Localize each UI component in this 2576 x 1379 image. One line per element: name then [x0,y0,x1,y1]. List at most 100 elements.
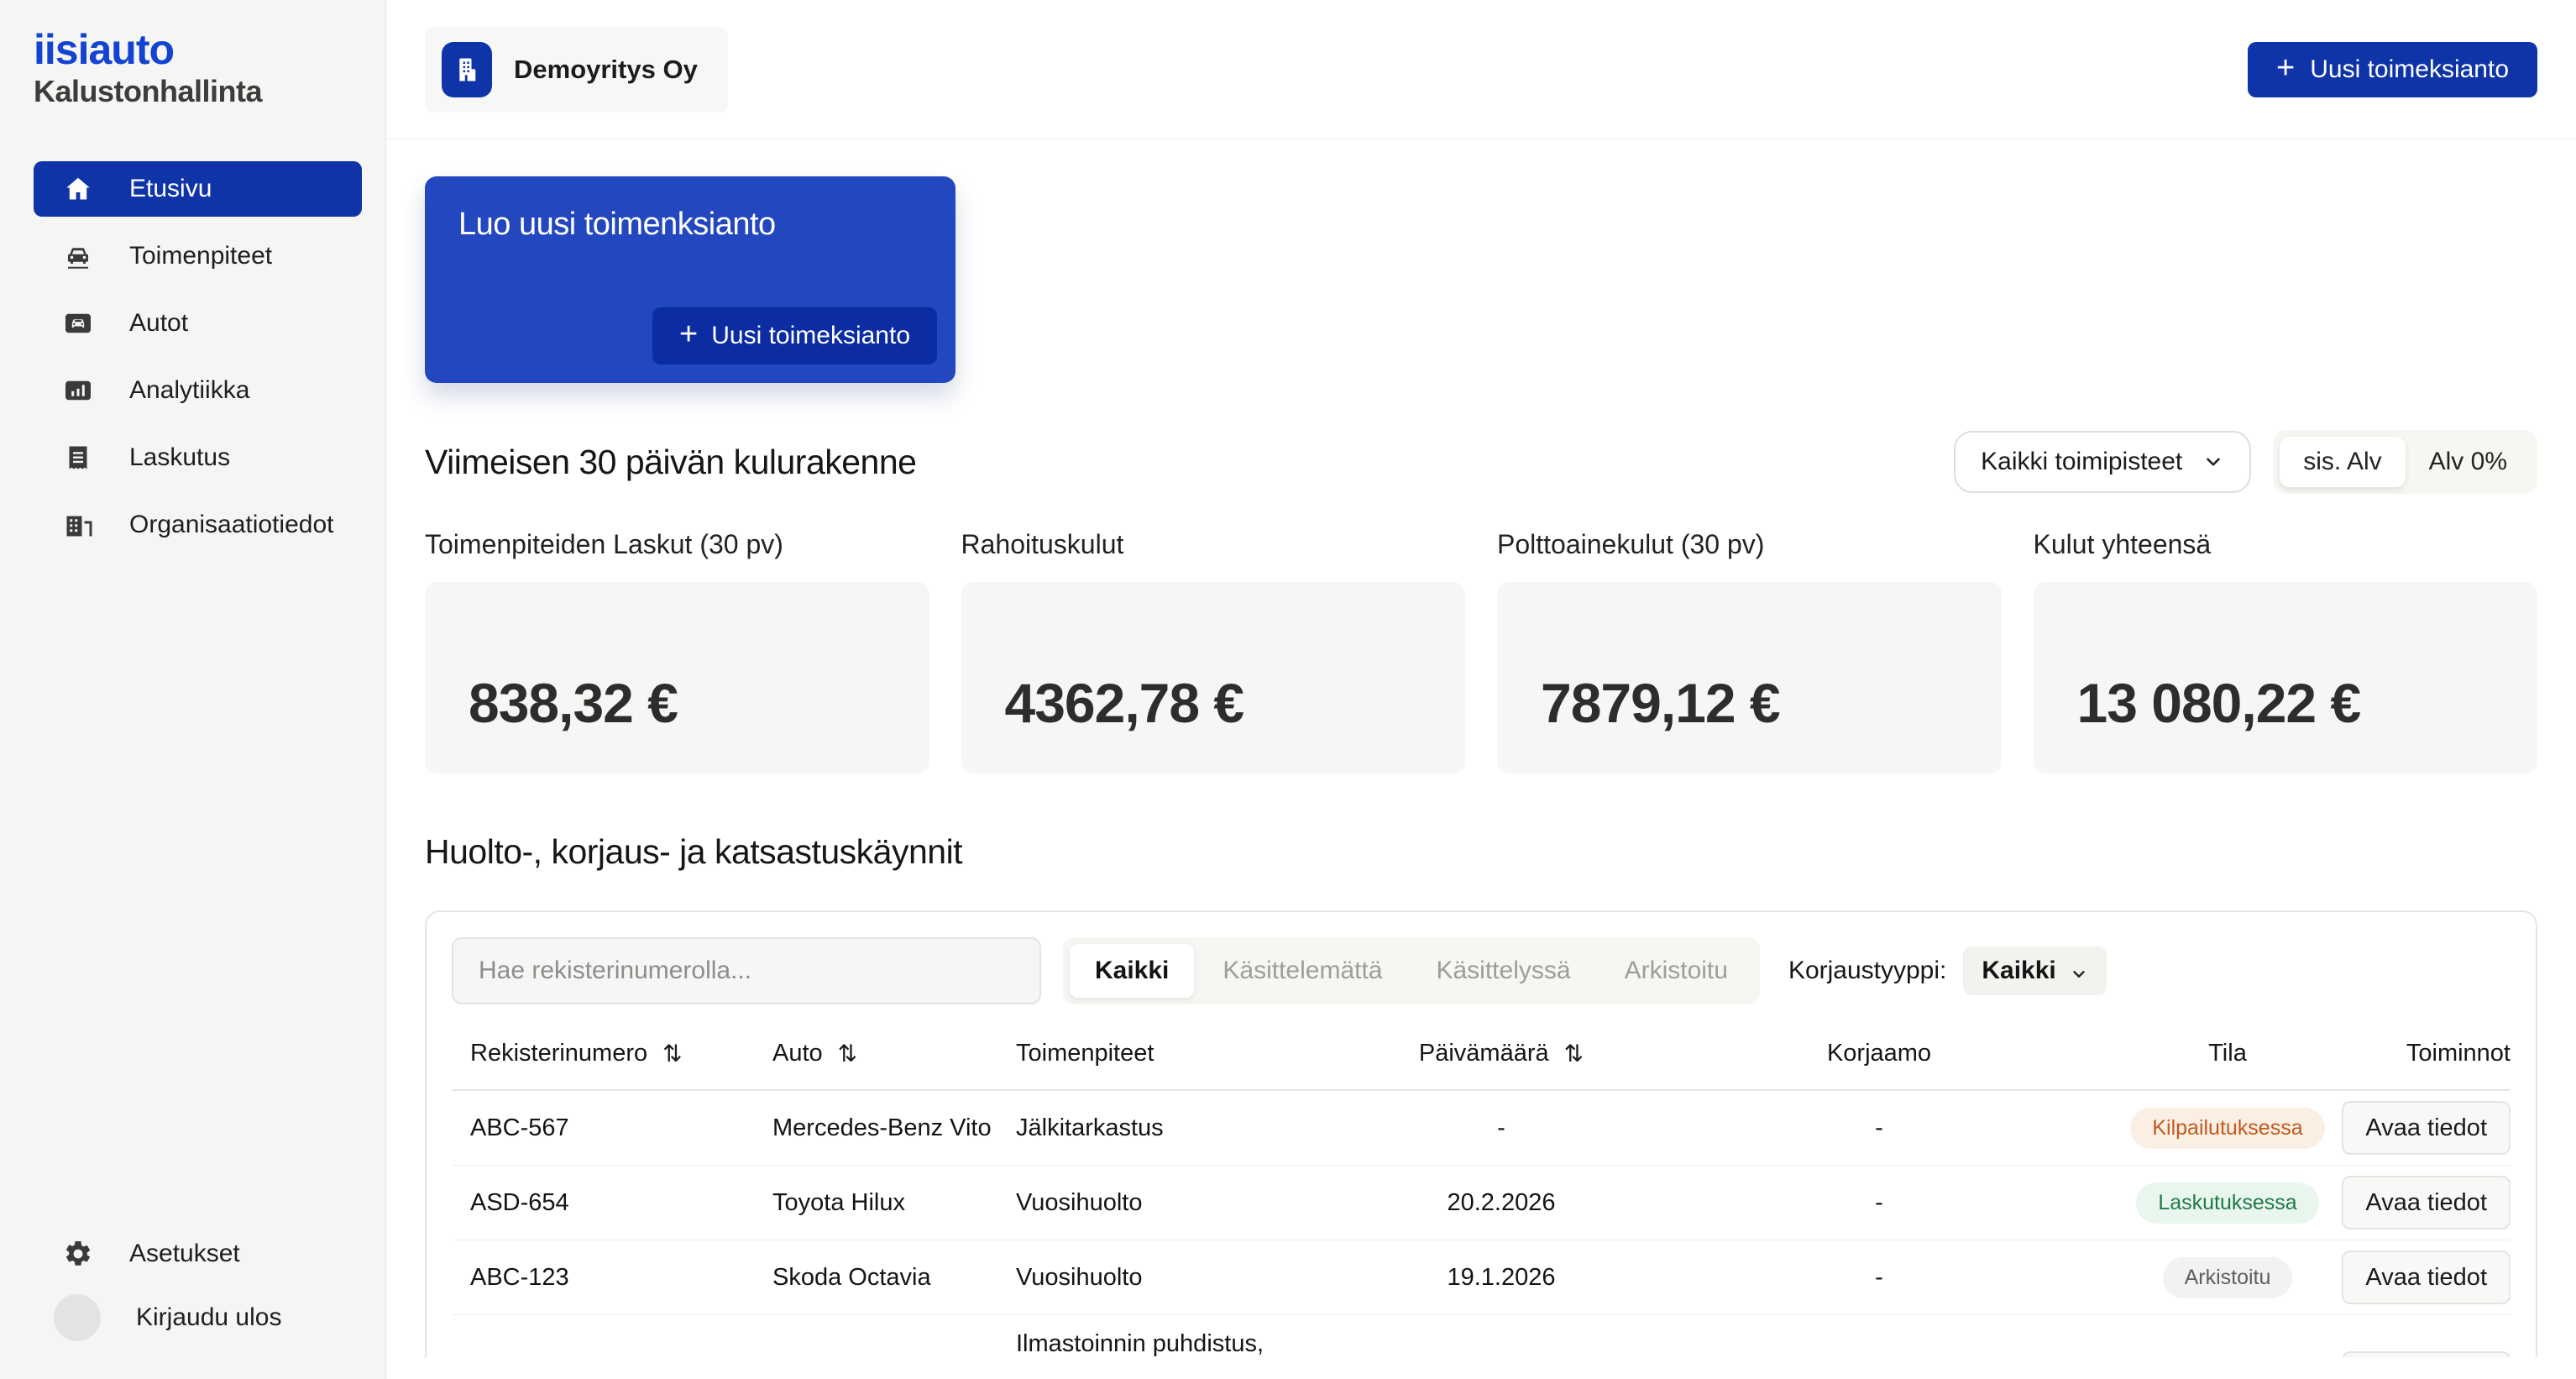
stat-title: Rahoituskulut [961,529,1466,560]
settings-button[interactable]: Asetukset [34,1226,362,1282]
promo-button-label: Uusi toimeksianto [711,322,910,350]
building-icon [62,509,94,541]
sort-icon[interactable]: ⇅ [662,1040,682,1067]
stat-title: Kulut yhteensä [2034,529,2538,560]
sidebar-item-label: Etusivu [129,175,212,203]
receipt-icon [62,442,94,474]
open-details-button[interactable]: Avaa tiedot [2342,1251,2511,1304]
cell-action: Avaa tiedot [2341,1101,2511,1155]
col-auto[interactable]: Auto ⇅ [754,1040,997,1067]
new-assignment-label: Uusi toimeksianto [2310,55,2509,84]
sidebar-item-organisaatiotiedot[interactable]: Organisaatiotiedot [34,497,362,553]
col-toiminnot: Toiminnot [2341,1040,2511,1067]
repair-type-dropdown[interactable]: Kaikki [1963,946,2106,995]
stat-card: 4362,78 € [961,582,1466,773]
promo-new-assignment-button[interactable]: + Uusi toimeksianto [652,307,937,364]
status-badge: Laskutuksessa [2136,1182,2318,1224]
stat-card: 838,32 € [425,582,929,773]
stat-col: Rahoituskulut 4362,78 € [961,529,1466,773]
stat-col: Kulut yhteensä 13 080,22 € [2034,529,2538,773]
sidebar-item-label: Laskutus [129,443,230,472]
tab-kaikki[interactable]: Kaikki [1070,944,1194,998]
tab-arkistoitu[interactable]: Arkistoitu [1600,944,1753,998]
stat-cards: Toimenpiteiden Laskut (30 pv) 838,32 € R… [425,529,2537,773]
table-header: Rekisterinumero ⇅ Auto ⇅ Toimenpiteet Pä… [452,1028,2511,1091]
stat-card: 7879,12 € [1497,582,2002,773]
col-label: Toiminnot [2406,1040,2511,1067]
stat-title: Toimenpiteiden Laskut (30 pv) [425,529,929,560]
cell-action: Avaa tiedot [2341,1251,2511,1304]
plus-icon: + [679,318,698,350]
vat-option-sis-alv[interactable]: sis. Alv [2280,437,2405,487]
cell-status: Arkistoitu [2114,1257,2341,1298]
cell-auto: Mercedes-Benz Vito [754,1114,997,1142]
col-label: Toimenpiteet [1016,1040,1154,1067]
table-row: ABC-567 Mercedes-Benz Vito Jälkitarkastu… [452,1091,2511,1166]
car-icon [62,307,94,339]
open-details-button[interactable]: Avaa tiedot [2342,1176,2511,1230]
sidebar-nav: Etusivu Toimenpiteet Autot Analytiikka [34,161,362,553]
cost-controls: Kaikki toimipisteet sis. Alv Alv 0% [1954,430,2537,494]
table-row: ABC-567 Mercedes-Benz Vito Ilmastoinnin … [452,1315,2511,1357]
cell-action: Avaa tiedot [2341,1351,2511,1357]
stat-value: 4362,78 € [1005,671,1244,735]
sidebar-item-label: Organisaatiotiedot [129,511,334,539]
logout-button[interactable]: Kirjaudu ulos [34,1290,362,1345]
main-area: Demoyritys Oy + Uusi toimeksianto Luo uu… [386,0,2576,1379]
top-bar: Demoyritys Oy + Uusi toimeksianto [386,0,2576,139]
sidebar-item-etusivu[interactable]: Etusivu [34,161,362,217]
sidebar-item-laskutus[interactable]: Laskutus [34,430,362,485]
col-rekisterinumero[interactable]: Rekisterinumero ⇅ [452,1040,754,1067]
cell-status: Laskutuksessa [2114,1182,2341,1224]
visits-table-card: Kaikki Käsittelemättä Käsittelyssä Arkis… [425,910,2537,1357]
stat-col: Polttoainekulut (30 pv) 7879,12 € [1497,529,2002,773]
stat-col: Toimenpiteiden Laskut (30 pv) 838,32 € [425,529,929,773]
cell-status: Kilpailutuksessa [2114,1108,2341,1149]
visits-section-title: Huolto-, korjaus- ja katsastuskäynnit [425,832,2537,872]
stat-value: 13 080,22 € [2077,671,2361,735]
cell-actions: Vuosihuolto [997,1189,1359,1217]
col-label: Korjaamo [1827,1040,1931,1067]
app-root: iisiauto Kalustonhallinta Etusivu Toimen… [0,0,2576,1379]
company-name: Demoyritys Oy [514,55,698,85]
col-label: Auto [772,1040,823,1067]
search-input[interactable] [452,937,1041,1004]
col-label: Päivämäärä [1419,1040,1549,1067]
col-tila: Tila [2114,1040,2341,1067]
office-filter-dropdown[interactable]: Kaikki toimipisteet [1954,431,2251,493]
sort-icon[interactable]: ⇅ [838,1040,857,1067]
status-badge: Kilpailutuksessa [2130,1108,2324,1149]
sort-icon[interactable]: ⇅ [1564,1040,1584,1067]
logout-label: Kirjaudu ulos [136,1303,281,1332]
status-tabs: Kaikki Käsittelemättä Käsittelyssä Arkis… [1063,937,1760,1004]
sidebar-item-autot[interactable]: Autot [34,296,362,351]
settings-label: Asetukset [129,1240,240,1268]
repair-type-label: Korjaustyyppi: [1788,957,1946,985]
cell-reg: ABC-567 [452,1114,754,1142]
col-toimenpiteet: Toimenpiteet [997,1040,1359,1067]
cell-reg: ASD-654 [452,1189,754,1217]
chevron-down-icon [2070,962,2088,980]
promo-title: Luo uusi toimenksianto [458,207,922,243]
new-assignment-button[interactable]: + Uusi toimeksianto [2248,42,2537,97]
col-paivamaara[interactable]: Päivämäärä ⇅ [1359,1040,1644,1067]
cell-workshop: - [1644,1189,2114,1217]
stat-card: 13 080,22 € [2034,582,2538,773]
tab-kasittelyssa[interactable]: Käsittelyssä [1411,944,1595,998]
vat-toggle: sis. Alv Alv 0% [2273,430,2537,494]
company-selector[interactable]: Demoyritys Oy [425,27,728,113]
cell-date: 19.1.2026 [1359,1264,1644,1292]
sidebar-item-label: Toimenpiteet [129,242,272,270]
visits-filter-row: Kaikki Käsittelemättä Käsittelyssä Arkis… [452,937,2511,1004]
open-details-button[interactable]: Avaa tiedot [2342,1351,2511,1357]
cell-reg: ABC-123 [452,1264,754,1292]
col-label: Tila [2208,1040,2247,1067]
sidebar-item-analytiikka[interactable]: Analytiikka [34,363,362,418]
open-details-button[interactable]: Avaa tiedot [2342,1101,2511,1155]
sidebar-footer: Asetukset Kirjaudu ulos [34,1226,362,1345]
sidebar-item-toimenpiteet[interactable]: Toimenpiteet [34,228,362,284]
tab-kasittelematta[interactable]: Käsittelemättä [1197,944,1407,998]
cost-section-header: Viimeisen 30 päivän kulurakenne Kaikki t… [425,430,2537,494]
stat-value: 7879,12 € [1541,671,1780,735]
vat-option-alv-0[interactable]: Alv 0% [2406,437,2531,487]
